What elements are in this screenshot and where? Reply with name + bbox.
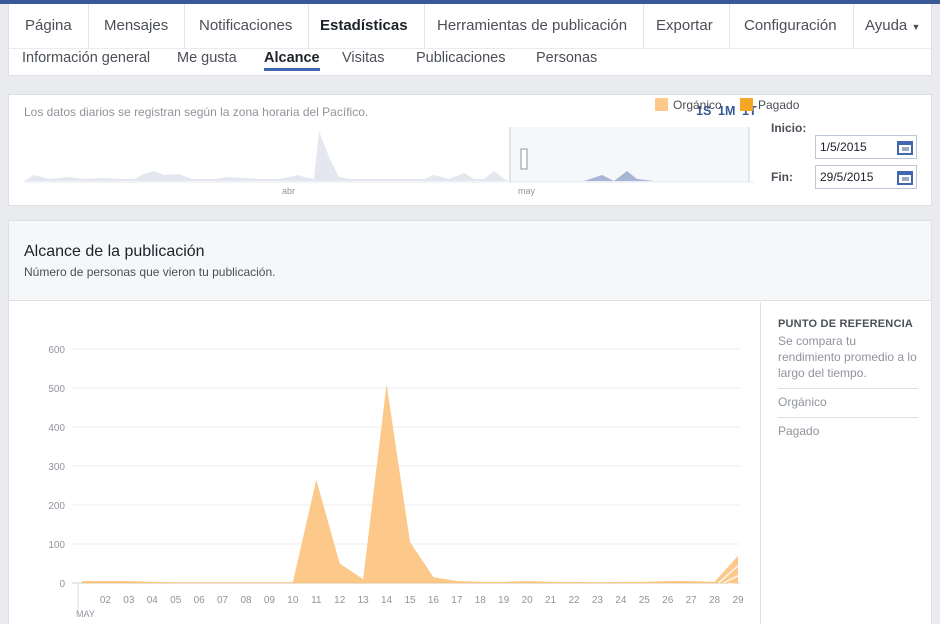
sparkline-area-before	[24, 131, 509, 181]
top-navigation: Página Mensajes Notificaciones Estadísti…	[8, 4, 932, 48]
end-date-input[interactable]: 29/5/2015	[815, 165, 917, 189]
x-tick-label: 05	[170, 595, 182, 606]
x-tick-label: 04	[147, 595, 159, 606]
benchmark-description: Se compara tu rendimiento promedio a lo …	[778, 334, 917, 380]
x-tick-label: 12	[334, 595, 346, 606]
x-tick-label: 02	[100, 595, 112, 606]
y-tick-label: 300	[48, 462, 65, 473]
x-tick-label: 16	[428, 595, 440, 606]
x-tick-label: 25	[639, 595, 651, 606]
post-reach-panel: Alcance de la publicación Número de pers…	[8, 220, 932, 624]
x-tick-label: 23	[592, 595, 604, 606]
x-tick-label: 19	[498, 595, 510, 606]
calendar-icon[interactable]	[897, 171, 913, 185]
x-tick-label: 29	[732, 595, 744, 606]
x-tick-label: 17	[451, 595, 463, 606]
timezone-note: Los datos diarios se registran según la …	[24, 105, 369, 119]
x-tick-label: 15	[404, 595, 416, 606]
sparkline-label-may: may	[518, 186, 536, 196]
legend-swatch	[655, 98, 668, 111]
y-tick-label: 0	[59, 579, 65, 590]
x-tick-label: 10	[287, 595, 299, 606]
range-overview-sparkline[interactable]: abr may	[24, 127, 754, 197]
post-reach-header: Alcance de la publicación Número de pers…	[9, 221, 931, 301]
benchmark-row-organic[interactable]: Orgánico	[778, 388, 918, 417]
help-label: Ayuda	[865, 17, 908, 34]
legend-swatch	[740, 98, 753, 111]
insights-subnav: Información general Me gusta Alcance Vis…	[8, 48, 932, 76]
benchmark-panel: PUNTO DE REFERENCIA Se compara tu rendim…	[760, 302, 931, 624]
x-tick-label: 06	[194, 595, 206, 606]
settings-button[interactable]: Configuración	[728, 4, 854, 48]
x-tick-label: 08	[240, 595, 252, 606]
end-date-value: 29/5/2015	[820, 170, 874, 184]
x-tick-label: 22	[568, 595, 580, 606]
nav-tab-insights[interactable]: Estadísticas	[304, 4, 425, 48]
x-tick-label: 26	[662, 595, 674, 606]
post-reach-subtitle: Número de personas que vieron tu publica…	[24, 265, 276, 279]
calendar-icon[interactable]	[897, 141, 913, 155]
x-month-label: MAY	[76, 609, 95, 619]
sparkline-label-april: abr	[282, 186, 295, 196]
range-handle-left[interactable]	[520, 148, 528, 170]
subtab-overview[interactable]: Información general	[22, 49, 150, 71]
benchmark-title: PUNTO DE REFERENCIA	[778, 318, 913, 330]
x-tick-label: 07	[217, 595, 229, 606]
subtab-people[interactable]: Personas	[536, 49, 597, 71]
subtab-reach[interactable]: Alcance	[264, 49, 320, 71]
benchmark-row-paid[interactable]: Pagado	[778, 417, 918, 446]
help-button[interactable]: Ayuda ▼	[849, 4, 936, 48]
legend-label: Orgánico	[673, 98, 722, 112]
nav-tab-publishing-tools[interactable]: Herramientas de publicación	[421, 4, 645, 48]
x-tick-label: 20	[522, 595, 534, 606]
caret-down-icon: ▼	[911, 22, 921, 32]
post-reach-chart: 0 100 200 300 400 500 600 02 03 04 05 06 07 08 09 10 11 1…	[48, 345, 744, 619]
nav-tab-messages[interactable]: Mensajes	[88, 4, 186, 48]
x-tick-label: 28	[709, 595, 721, 606]
start-date-label: Inicio:	[771, 121, 807, 135]
y-tick-label: 400	[48, 423, 65, 434]
x-tick-label: 14	[381, 595, 393, 606]
export-button[interactable]: Exportar	[640, 4, 730, 48]
subtab-visits[interactable]: Visitas	[342, 49, 384, 71]
x-tick-label: 09	[264, 595, 276, 606]
subtab-posts[interactable]: Publicaciones	[416, 49, 505, 71]
post-reach-title: Alcance de la publicación	[24, 243, 205, 260]
x-tick-label: 18	[475, 595, 487, 606]
y-tick-label: 500	[48, 384, 65, 395]
y-tick-label: 600	[48, 345, 65, 356]
start-date-value: 1/5/2015	[820, 140, 867, 154]
start-date-input[interactable]: 1/5/2015	[815, 135, 917, 159]
y-tick-label: 200	[48, 501, 65, 512]
x-tick-label: 27	[686, 595, 698, 606]
legend-item[interactable]: Orgánico	[655, 98, 722, 112]
nav-tab-notifications[interactable]: Notificaciones	[183, 4, 310, 48]
series-area-organic	[82, 384, 738, 583]
x-tick-label: 24	[615, 595, 627, 606]
x-tick-label: 11	[311, 595, 322, 606]
x-tick-label: 21	[545, 595, 557, 606]
legend-label: Pagado	[758, 98, 800, 112]
x-tick-label: 13	[358, 595, 370, 606]
end-date-label: Fin:	[771, 170, 793, 184]
legend-item[interactable]: Pagado	[740, 98, 799, 112]
subtab-likes[interactable]: Me gusta	[177, 49, 237, 71]
x-tick-label: 03	[123, 595, 135, 606]
y-tick-label: 100	[48, 540, 65, 551]
nav-tab-page[interactable]: Página	[9, 4, 89, 48]
